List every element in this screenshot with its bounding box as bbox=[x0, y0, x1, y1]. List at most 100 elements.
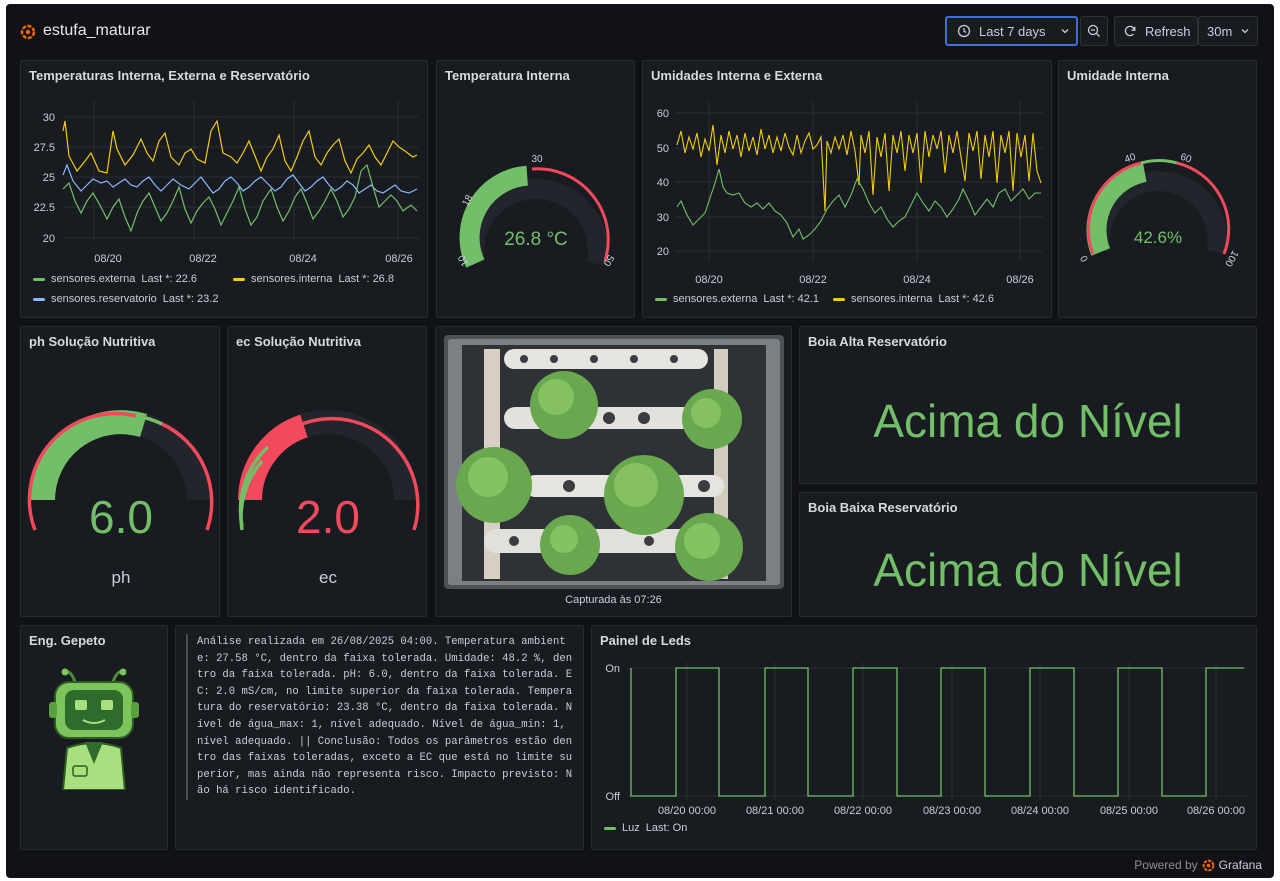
panel-boia-alta[interactable]: Boia Alta Reservatório Acima do Nível bbox=[799, 326, 1257, 484]
legend-last: Last *: 42.1 bbox=[763, 293, 820, 305]
legend-last: Last *: 42.6 bbox=[938, 293, 994, 305]
x-tick: 08/24 bbox=[289, 253, 317, 265]
legend-last: Last *: 23.2 bbox=[162, 293, 219, 305]
x-tick: 08/26 00:00 bbox=[1187, 805, 1245, 817]
ec-gauge: 2.0 ec bbox=[238, 410, 420, 587]
grafana-logo-icon bbox=[1202, 859, 1214, 871]
legend-swatch bbox=[33, 297, 45, 301]
legend-name: sensores.externa bbox=[51, 273, 136, 285]
x-tick: 08/22 bbox=[189, 253, 217, 265]
y-tick: 20 bbox=[43, 233, 55, 245]
grafana-logo-icon bbox=[20, 24, 36, 40]
chart-grid bbox=[63, 101, 419, 241]
legend-name: Luz bbox=[622, 822, 640, 834]
legend-last: Last *: 22.6 bbox=[141, 273, 198, 285]
panel-ec[interactable]: ec Solução Nutritiva 2.0 ec bbox=[227, 326, 427, 617]
refresh-button[interactable]: Refresh bbox=[1114, 16, 1198, 46]
gauge-label: ph bbox=[112, 568, 131, 587]
x-tick: 08/22 00:00 bbox=[834, 805, 892, 817]
ph-gauge: 6.0 ph bbox=[27, 410, 214, 587]
legend-name: sensores.interna bbox=[851, 293, 933, 305]
x-tick: 08/20 00:00 bbox=[658, 805, 716, 817]
x-tick: 08/20 bbox=[695, 274, 723, 286]
y-tick: Off bbox=[606, 791, 621, 803]
panel-camera[interactable]: Capturada às 07:26 bbox=[435, 326, 792, 617]
legend-name: sensores.interna bbox=[251, 273, 333, 285]
legend-item[interactable]: sensores.interna Last *: 42.6 bbox=[833, 293, 994, 305]
y-tick: 40 bbox=[657, 177, 669, 189]
y-tick: 30 bbox=[43, 112, 55, 124]
x-tick: 08/20 bbox=[94, 253, 122, 265]
panel-umidades[interactable]: Umidades Interna e Externa 60 50 40 30 2… bbox=[642, 60, 1052, 318]
refresh-label: Refresh bbox=[1145, 23, 1191, 39]
top-bar: estufa_maturar Last 7 days Refresh 30m bbox=[6, 4, 1274, 56]
gauge-min-label: 0 bbox=[1078, 253, 1091, 264]
legend-item[interactable]: sensores.reservatorio Last *: 23.2 bbox=[33, 293, 218, 305]
time-range-picker[interactable]: Last 7 days bbox=[945, 16, 1078, 46]
chevron-down-icon bbox=[1061, 29, 1068, 34]
camera-caption: Capturada às 07:26 bbox=[565, 594, 662, 606]
series-interna-line bbox=[676, 124, 1042, 212]
refresh-icon bbox=[1124, 25, 1136, 37]
x-tick: 08/24 00:00 bbox=[1011, 805, 1069, 817]
y-tick: 30 bbox=[657, 212, 669, 224]
leds-state-chart[interactable]: On Off 08/20 00:00 08/21 00:00 08/22 00:… bbox=[592, 626, 1256, 849]
greenhouse-camera-image bbox=[444, 335, 784, 589]
gauge-threshold-green bbox=[1140, 159, 1178, 165]
panel-title: Eng. Gepeto bbox=[29, 633, 106, 648]
boia-alta-status: Acima do Nível bbox=[873, 395, 1183, 447]
legend-last: Last: On bbox=[645, 822, 688, 834]
powered-by[interactable]: Powered by Grafana bbox=[1134, 858, 1262, 872]
panel-boia-baixa[interactable]: Boia Baixa Reservatório Acima do Nível bbox=[799, 492, 1257, 617]
x-tick: 08/21 00:00 bbox=[746, 805, 804, 817]
dashboard-title[interactable]: estufa_maturar bbox=[43, 22, 151, 40]
umidade-gauge: 42.6% 40 60 0 100 bbox=[1078, 152, 1240, 269]
clock-icon bbox=[957, 24, 971, 38]
panel-analysis[interactable]: Análise realizada em 26/08/2025 04:00. T… bbox=[175, 625, 584, 850]
chart-grid bbox=[628, 662, 1248, 800]
panel-title: Boia Baixa Reservatório bbox=[808, 500, 958, 515]
panel-leds[interactable]: Painel de Leds On Off 08/20 00:00 08/21 … bbox=[591, 625, 1257, 850]
legend-item[interactable]: sensores.externa Last *: 42.1 bbox=[655, 293, 819, 305]
panel-temperaturas[interactable]: Temperaturas Interna, Externa e Reservat… bbox=[20, 60, 428, 318]
gauge-value: 42.6% bbox=[1134, 228, 1182, 247]
series-externa-line bbox=[62, 163, 418, 233]
temp-gauge: 26.8 °C 30 18 10 50 bbox=[456, 154, 616, 268]
panel-umidade-interna[interactable]: Umidade Interna 42.6% 40 60 0 100 bbox=[1058, 60, 1257, 318]
umidades-chart[interactable]: 60 50 40 30 20 08/20 08/22 08/24 08/26 bbox=[643, 61, 1051, 317]
y-tick: 20 bbox=[657, 246, 669, 258]
panel-ph[interactable]: ph Solução Nutritiva 6.0 ph bbox=[20, 326, 220, 617]
time-range-label: Last 7 days bbox=[979, 23, 1046, 39]
x-tick: 08/25 00:00 bbox=[1100, 805, 1158, 817]
x-tick: 08/26 bbox=[1006, 274, 1034, 286]
refresh-interval-label: 30m bbox=[1207, 23, 1233, 39]
x-tick: 08/24 bbox=[903, 274, 931, 286]
boia-baixa-status: Acima do Nível bbox=[873, 544, 1183, 596]
panel-eng-gepeto[interactable]: Eng. Gepeto bbox=[20, 625, 168, 850]
gauge-value: 2.0 bbox=[296, 491, 360, 543]
legend-swatch bbox=[233, 277, 245, 281]
legend-item[interactable]: sensores.externa Last *: 22.6 bbox=[33, 273, 197, 285]
dashboard-frame: estufa_maturar Last 7 days Refresh 30m T… bbox=[6, 4, 1274, 878]
legend-item[interactable]: sensores.interna Last *: 26.8 bbox=[233, 273, 394, 285]
legend-last: Last *: 26.8 bbox=[338, 273, 394, 285]
x-tick: 08/26 bbox=[385, 253, 413, 265]
panel-temperatura-interna[interactable]: Temperatura Interna 26.8 °C 30 18 10 50 bbox=[436, 60, 635, 318]
legend-name: sensores.reservatorio bbox=[51, 293, 157, 305]
panel-title: Boia Alta Reservatório bbox=[808, 334, 947, 349]
zoom-out-button[interactable] bbox=[1080, 16, 1108, 46]
robot-avatar-icon bbox=[49, 668, 139, 790]
powered-text: Powered by bbox=[1134, 858, 1198, 872]
gauge-value: 6.0 bbox=[89, 491, 153, 543]
y-tick: 22.5 bbox=[34, 202, 55, 214]
y-tick: On bbox=[605, 663, 620, 675]
legend-swatch bbox=[604, 826, 616, 830]
x-tick: 08/22 bbox=[799, 274, 827, 286]
y-tick: 60 bbox=[657, 108, 669, 120]
legend-item[interactable]: Luz Last: On bbox=[604, 822, 687, 834]
y-tick: 50 bbox=[657, 143, 669, 155]
refresh-interval-picker[interactable]: 30m bbox=[1198, 16, 1258, 46]
legend-swatch bbox=[33, 277, 45, 281]
zoom-out-icon bbox=[1087, 24, 1100, 37]
legend-swatch bbox=[655, 297, 667, 301]
